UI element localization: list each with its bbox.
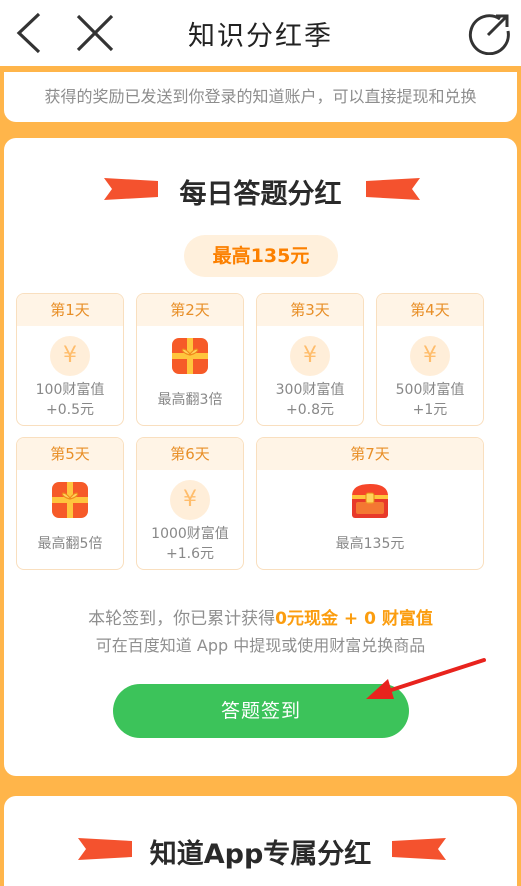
coin-icon: ¥ [50,336,90,376]
coin-icon: ¥ [410,336,450,376]
day-reward-cash: +0.5元 [46,402,94,418]
annotation-arrow-icon [366,658,486,699]
summary-cash: 0元现金 [275,609,338,629]
reward-notice: 获得的奖励已发送到你登录的知道账户，可以直接提现和兑换 [4,72,517,122]
day-reward-cash: +1元 [412,402,448,418]
day-label: 第4天 [377,294,483,326]
day-card-2: 第2天 最高翻3倍 [136,293,244,426]
max-reward-badge: 最高135元 [184,235,338,277]
summary-prefix: 本轮签到，你已累计获得 [88,609,276,629]
ribbon-right-icon [392,838,446,860]
day-card-4: 第4天 ¥ 500财富值 +1元 [376,293,484,426]
day-label: 第7天 [257,438,483,470]
day-reward-cash: +0.8元 [286,402,334,418]
gift-icon [52,482,88,518]
day-reward: 300财富值 [275,382,345,398]
day-reward: 最高翻5倍 [37,536,103,552]
day-label: 第5天 [17,438,123,470]
summary-wealth: 0 财富值 [364,609,433,629]
daily-title: 每日答题分红 [179,179,342,210]
summary-plus: + [338,609,365,629]
day-reward: 最高135元 [335,536,405,552]
day-card-5: 第5天 最高翻5倍 [16,437,124,570]
gift-icon [172,338,208,374]
day-reward: 最高翻3倍 [157,392,223,408]
day-card-3: 第3天 ¥ 300财富值 +0.8元 [256,293,364,426]
day-card-1: 第1天 ¥ 100财富值 +0.5元 [16,293,124,426]
navigation-bar: 知识分红季 [0,0,521,66]
page-title: 知识分红季 [188,21,333,52]
coin-icon: ¥ [290,336,330,376]
withdraw-hint: 可在百度知道 App 中提现或使用财富兑换商品 [95,636,426,655]
app-dividend-card: 知道App专属分红 [4,796,517,886]
day-card-7: 第7天 最高135元 [256,437,484,570]
share-icon[interactable] [467,10,513,56]
day-label: 第1天 [17,294,123,326]
day-reward: 1000财富值 [151,526,229,542]
day-reward-cash: +1.6元 [166,546,214,562]
day-reward: 500财富值 [395,382,465,398]
day-label: 第6天 [137,438,243,470]
day-card-6: 第6天 ¥ 1000财富值 +1.6元 [136,437,244,570]
coin-icon: ¥ [170,480,210,520]
day-label: 第2天 [137,294,243,326]
earnings-summary: 本轮签到，你已累计获得0元现金 + 0 财富值 [4,604,517,629]
treasure-chest-icon [352,484,388,518]
ribbon-right-icon [366,178,420,200]
day-label: 第3天 [257,294,363,326]
day-reward: 100财富值 [35,382,105,398]
